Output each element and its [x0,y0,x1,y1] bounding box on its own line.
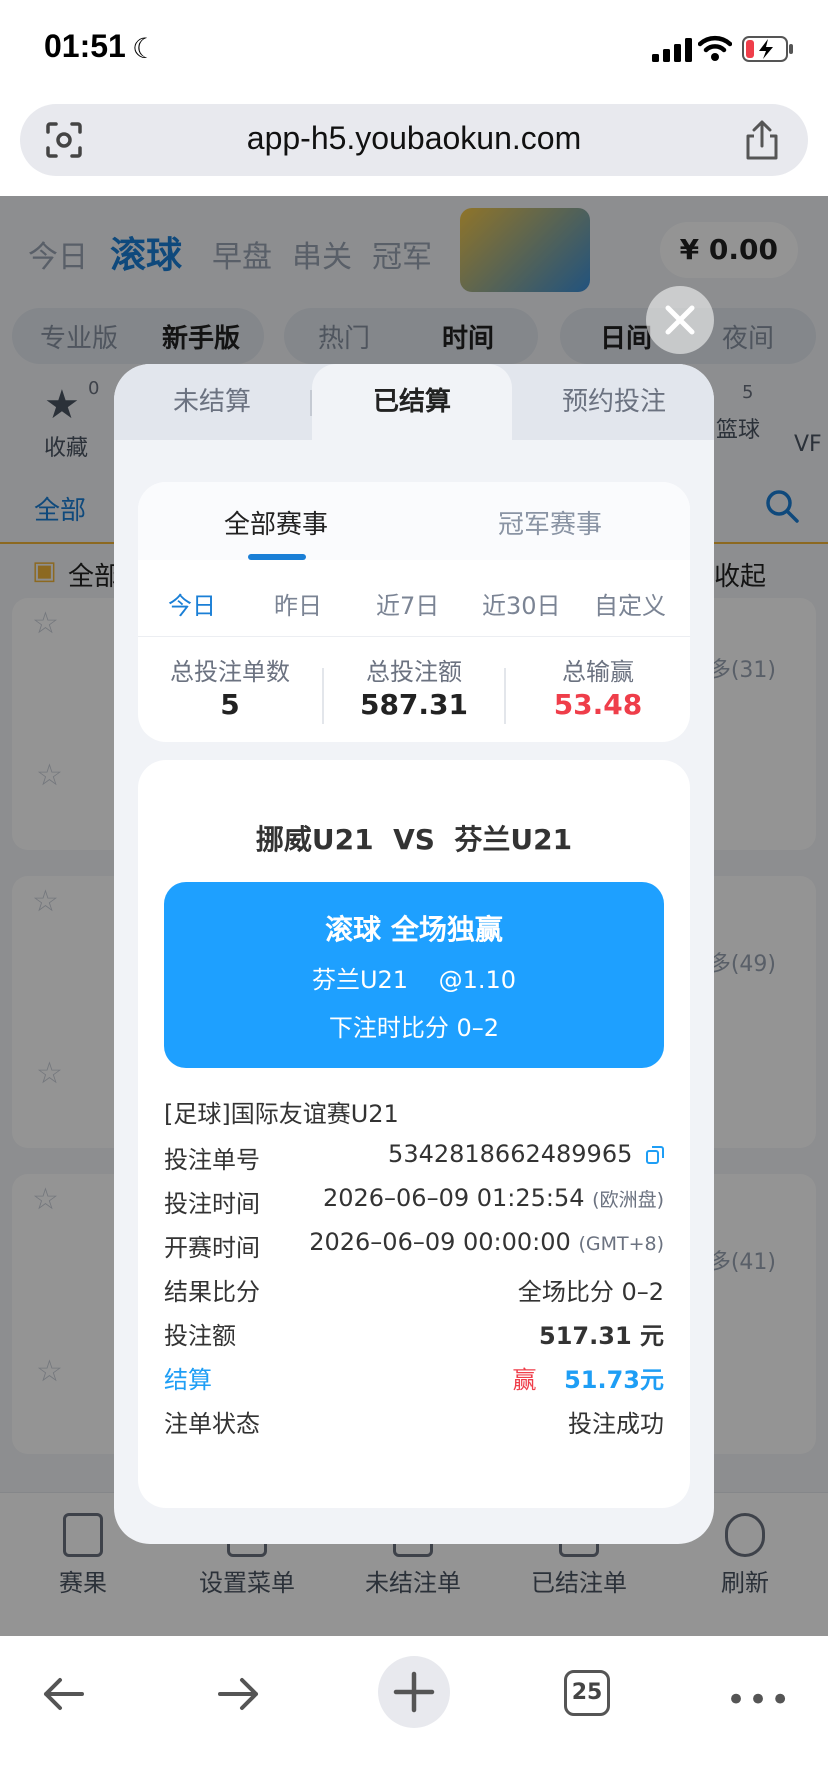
score-at-bet: 下注时比分 0–2 [328,1014,500,1042]
tab-reserved-bets[interactable]: 预约投注 [514,364,714,440]
status-bar: 01:51 ☾ [0,0,828,100]
settlement-result: 赢 [512,1366,537,1394]
plus-icon [393,1671,435,1713]
event-type-tabs: 全部赛事 冠军赛事 [138,482,690,560]
timezone-note: (GMT+8) [578,1233,664,1255]
bet-detail-card: 挪威U21 VS 芬兰U21 滚球 全场独赢 芬兰U21 @1.10 下注时比分… [138,760,690,1508]
bet-type: 滚球 全场独赢 [325,913,503,946]
tab-count-button[interactable]: 25 [564,1670,610,1716]
odds-type-note: (欧洲盘) [592,1189,664,1211]
summary-card: 全部赛事 冠军赛事 今日 昨日 近7日 近30日 自定义 总投注单数 5 总投注… [138,482,690,742]
status-row: 注单状态 投注成功 [164,1404,664,1438]
settlement-amount: 51.73元 [564,1366,664,1394]
stat-total-winloss-label: 总输赢 [562,658,634,686]
date-tab-custom[interactable]: 自定义 [594,586,666,621]
stat-total-bets-value: 5 [220,688,240,721]
result-value: 全场比分 0–2 [517,1278,664,1306]
copy-icon[interactable] [646,1146,664,1164]
status-time: 01:51 [44,28,126,64]
match-title: 挪威U21 VS 芬兰U21 [255,823,573,856]
status-value: 投注成功 [568,1410,664,1438]
result-row: 结果比分 全场比分 0–2 [164,1272,664,1306]
start-time-text: 2026–06–09 00:00:00 [309,1228,571,1256]
address-bar[interactable]: app-h5.youbaokun.com [20,104,808,176]
bet-time-text: 2026–06–09 01:25:54 [322,1184,585,1212]
close-button[interactable] [646,286,714,354]
stat-total-winloss-value: 53.48 [553,688,643,721]
start-time-value: 2026–06–09 00:00:00 (GMT+8) [309,1228,664,1256]
order-number-value: 5342818662489965 [388,1140,664,1168]
status-label: 注单状态 [164,1410,260,1438]
forward-arrow-icon[interactable] [212,1668,264,1720]
date-tab-30days[interactable]: 近30日 [482,586,561,621]
date-tab-yesterday[interactable]: 昨日 [274,586,322,621]
bet-pick: 芬兰U21 @1.10 [311,966,517,994]
new-tab-button[interactable] [378,1656,450,1728]
settlement-label: 结算 [164,1366,212,1394]
cellular-signal-icon [652,38,692,62]
order-number-text: 5342818662489965 [388,1140,633,1168]
settlement-value: 赢 51.73元 [512,1360,664,1395]
bet-record-modal: 未结算 已结算 预约投注 全部赛事 冠军赛事 今日 昨日 近7日 近30日 自定… [114,364,714,1544]
result-label: 结果比分 [164,1278,260,1306]
close-icon [665,305,695,335]
league-name: [足球]国际友谊赛U21 [164,1100,399,1128]
active-tab-indicator [248,554,306,560]
stat-total-bets-label: 总投注单数 [170,658,290,686]
sub-tab-champion-events[interactable]: 冠军赛事 [498,504,602,541]
settlement-row: 结算 赢 51.73元 [164,1360,664,1394]
modal-tabs: 未结算 已结算 预约投注 [114,364,714,440]
wifi-icon [698,35,732,61]
more-dots-icon[interactable]: ••• [726,1680,792,1720]
date-tab-7days[interactable]: 近7日 [376,586,439,621]
order-number-label: 投注单号 [164,1146,260,1174]
tab-settled[interactable]: 已结算 [312,364,512,440]
battery-charging-icon [742,36,793,62]
divider [138,636,690,637]
url-text[interactable]: app-h5.youbaokun.com [20,120,808,157]
sub-tab-all-events[interactable]: 全部赛事 [224,504,328,541]
bet-selection-panel: 滚球 全场独赢 芬兰U21 @1.10 下注时比分 0–2 [164,882,664,1068]
amount-row: 投注额 517.31 元 [164,1316,664,1350]
amount-value: 517.31 元 [539,1322,664,1350]
back-arrow-icon[interactable] [38,1668,90,1720]
stat-total-amount-value: 587.31 [359,688,469,721]
bet-time-label: 投注时间 [164,1190,260,1218]
share-icon[interactable] [742,118,782,162]
bet-time-row: 投注时间 2026–06–09 01:25:54 (欧洲盘) [164,1184,664,1218]
date-tab-today[interactable]: 今日 [168,586,216,621]
start-time-label: 开赛时间 [164,1234,260,1262]
bet-time-value: 2026–06–09 01:25:54 (欧洲盘) [323,1184,664,1212]
order-number-row: 投注单号 5342818662489965 [164,1140,664,1174]
moon-icon: ☾ [132,32,158,65]
amount-label: 投注额 [164,1322,236,1350]
tab-unsettled[interactable]: 未结算 [114,364,310,440]
start-time-row: 开赛时间 2026–06–09 00:00:00 (GMT+8) [164,1228,664,1262]
browser-toolbar: 25 ••• [0,1636,828,1792]
stat-total-amount-label: 总投注额 [366,658,462,686]
